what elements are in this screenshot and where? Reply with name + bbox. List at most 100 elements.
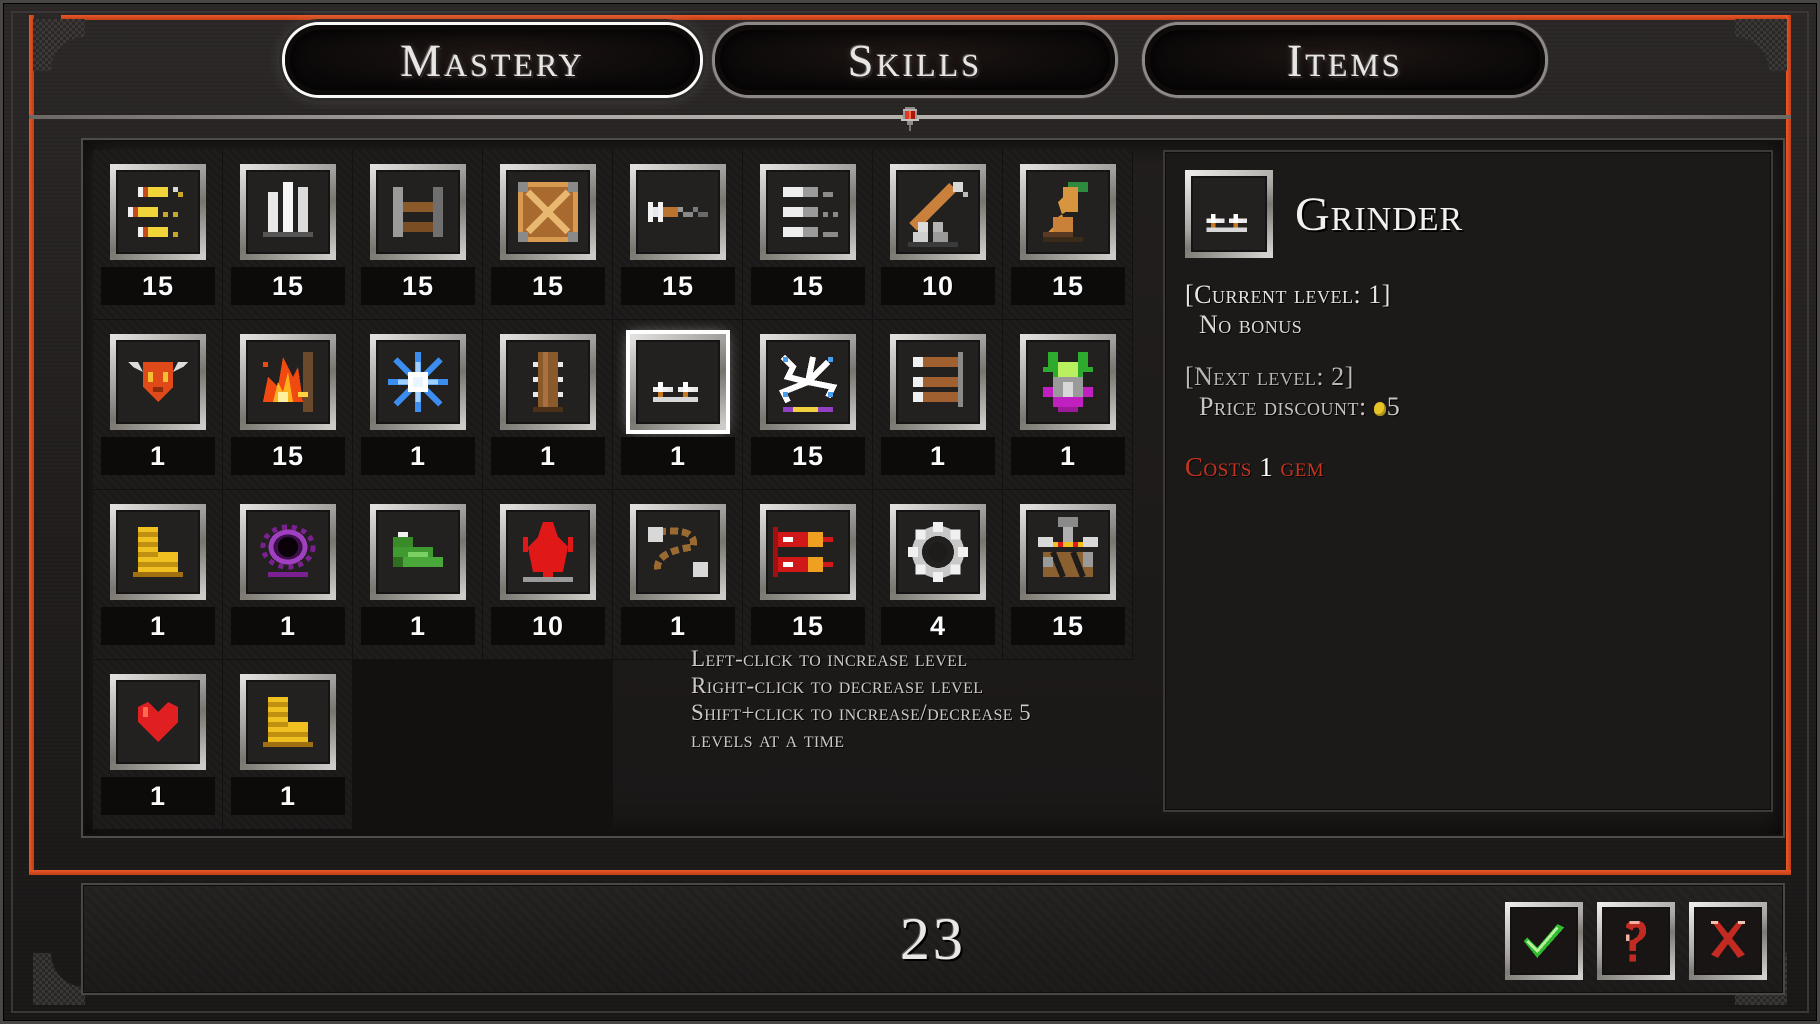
slot-yellow-rods[interactable] — [110, 164, 206, 260]
grid-cell[interactable]: 15 — [743, 490, 873, 660]
grid-cell[interactable]: 1 — [93, 660, 223, 830]
bottom-bar: 23 — [81, 883, 1785, 995]
tab-bar: Mastery Skills Items — [3, 25, 1817, 97]
instruction-line-4: levels at a time — [691, 727, 845, 753]
slot-grinder[interactable] — [630, 334, 726, 430]
tab-skills[interactable]: Skills — [715, 25, 1115, 95]
slot-gold-stack[interactable] — [240, 674, 336, 770]
accent-rail-bottom — [29, 870, 1791, 875]
slot-demon-skull[interactable] — [110, 334, 206, 430]
crate-icon — [508, 172, 588, 252]
grid-cell[interactable]: 4 — [873, 490, 1003, 660]
slot-green-bug[interactable] — [1020, 334, 1116, 430]
slot-level: 15 — [101, 267, 215, 305]
grid-cell[interactable]: 10 — [483, 490, 613, 660]
grid-cell[interactable]: 10 — [873, 150, 1003, 320]
grid-cell[interactable]: 1 — [613, 320, 743, 490]
slot-lightning[interactable] — [760, 334, 856, 430]
slot-copper-bars[interactable] — [890, 334, 986, 430]
slot-wood-log[interactable] — [500, 334, 596, 430]
green-bug-icon — [1028, 342, 1108, 422]
gold-stack-icon — [248, 682, 328, 762]
cost-prefix: Costs — [1185, 452, 1260, 482]
slot-red-flame-figure[interactable] — [500, 504, 596, 600]
grid-cell[interactable]: 15 — [743, 150, 873, 320]
slot-level: 1 — [491, 437, 605, 475]
slot-level: 10 — [491, 607, 605, 645]
grid-cell[interactable]: 15 — [223, 320, 353, 490]
current-level-block: [Current level: 1] No bonus — [1185, 280, 1751, 340]
grid-cell[interactable]: 1 — [223, 660, 353, 830]
slot-gold-coins[interactable] — [110, 504, 206, 600]
slot-level: 15 — [751, 437, 865, 475]
slot-crate[interactable] — [500, 164, 596, 260]
slot-level: 15 — [621, 267, 735, 305]
slot-level: 15 — [491, 267, 605, 305]
grid-cell[interactable]: 15 — [483, 150, 613, 320]
next-level-block: [Next level: 2] Price discount: 5 — [1185, 362, 1751, 422]
grid-cell[interactable]: 1 — [353, 320, 483, 490]
void-orb-icon — [248, 512, 328, 592]
grid-cell[interactable]: 1 — [613, 490, 743, 660]
slot-leather-boot[interactable] — [1020, 164, 1116, 260]
next-level-label: [Next level: 2] — [1185, 362, 1354, 391]
slot-level: 1 — [621, 437, 735, 475]
grid-cell[interactable]: 1 — [93, 490, 223, 660]
slot-fire-burst[interactable] — [240, 334, 336, 430]
grid-cell[interactable]: 1 — [353, 490, 483, 660]
detail-header: Grinder — [1185, 170, 1751, 258]
grid-cell[interactable]: 1 — [223, 490, 353, 660]
slot-level: 1 — [231, 777, 345, 815]
slot-wooden-rack[interactable] — [370, 164, 466, 260]
help-button[interactable] — [1597, 902, 1675, 980]
slot-level: 15 — [361, 267, 475, 305]
slot-heart[interactable] — [110, 674, 206, 770]
grid-cell[interactable]: 15 — [1003, 150, 1133, 320]
slot-silver-rods[interactable] — [760, 164, 856, 260]
slot-level: 1 — [101, 777, 215, 815]
cancel-button[interactable] — [1689, 902, 1767, 980]
slot-arrow-flight[interactable] — [630, 164, 726, 260]
instructions-text: Left-click to increase level Right-click… — [691, 645, 1151, 754]
gold-coins-icon — [118, 512, 198, 592]
cost-suffix: gem — [1273, 452, 1325, 482]
slot-level: 1 — [621, 607, 735, 645]
slot-level: 15 — [751, 607, 865, 645]
grid-cell[interactable]: 1 — [483, 320, 613, 490]
cross-icon — [1711, 920, 1745, 958]
frog-icon — [378, 512, 458, 592]
slot-snowflake[interactable] — [370, 334, 466, 430]
lightning-icon — [768, 342, 848, 422]
slot-level: 1 — [101, 607, 215, 645]
grid-cell[interactable]: 1 — [1003, 320, 1133, 490]
current-bonus-value: No bonus — [1199, 310, 1303, 339]
grid-cell[interactable]: 15 — [93, 150, 223, 320]
cost-amount: 1 — [1259, 452, 1274, 482]
grid-cell[interactable]: 1 — [873, 320, 1003, 490]
confirm-button[interactable] — [1505, 902, 1583, 980]
rockets-icon — [768, 512, 848, 592]
slot-chain[interactable] — [630, 504, 726, 600]
leather-boot-icon — [1028, 172, 1108, 252]
slot-anvil-hammer[interactable] — [1020, 504, 1116, 600]
tab-mastery[interactable]: Mastery — [285, 25, 700, 95]
slot-pickaxe-rubble[interactable] — [890, 164, 986, 260]
grid-cell[interactable]: 15 — [353, 150, 483, 320]
grid-cell[interactable]: 15 — [743, 320, 873, 490]
chain-icon — [638, 512, 718, 592]
tab-items[interactable]: Items — [1145, 25, 1545, 95]
slot-level: 15 — [231, 437, 345, 475]
grid-cell[interactable]: 15 — [223, 150, 353, 320]
instruction-line-2: Right-click to decrease level — [691, 673, 984, 699]
slot-white-pillars[interactable] — [240, 164, 336, 260]
fire-burst-icon — [248, 342, 328, 422]
slot-rockets[interactable] — [760, 504, 856, 600]
slot-frog[interactable] — [370, 504, 466, 600]
grid-cell[interactable]: 15 — [613, 150, 743, 320]
snowflake-icon — [378, 342, 458, 422]
grid-cell[interactable]: 1 — [93, 320, 223, 490]
grid-cell[interactable]: 15 — [1003, 490, 1133, 660]
slot-gear-ring[interactable] — [890, 504, 986, 600]
slot-void-orb[interactable] — [240, 504, 336, 600]
silver-rods-icon — [768, 172, 848, 252]
